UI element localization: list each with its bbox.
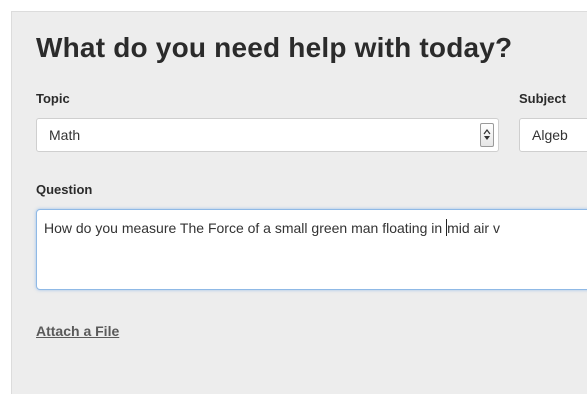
topic-selected-value: Math	[49, 127, 81, 143]
topic-label: Topic	[36, 91, 70, 106]
subject-select[interactable]: Algeb	[519, 118, 587, 152]
question-label: Question	[36, 182, 93, 197]
subject-label: Subject	[519, 91, 566, 106]
dropdown-arrow-icon[interactable]	[480, 123, 494, 147]
question-textarea[interactable]: How do you measure The Force of a small …	[36, 209, 587, 290]
subject-selected-value: Algeb	[532, 127, 568, 143]
question-text-before-caret: How do you measure The Force of a small …	[44, 220, 447, 236]
topic-select[interactable]: Math	[36, 118, 499, 152]
help-request-panel: What do you need help with today? Topic …	[11, 11, 587, 394]
question-text-after-caret: mid air v	[447, 220, 500, 236]
attach-file-link[interactable]: Attach a File	[36, 323, 119, 339]
page-title: What do you need help with today?	[36, 32, 513, 63]
